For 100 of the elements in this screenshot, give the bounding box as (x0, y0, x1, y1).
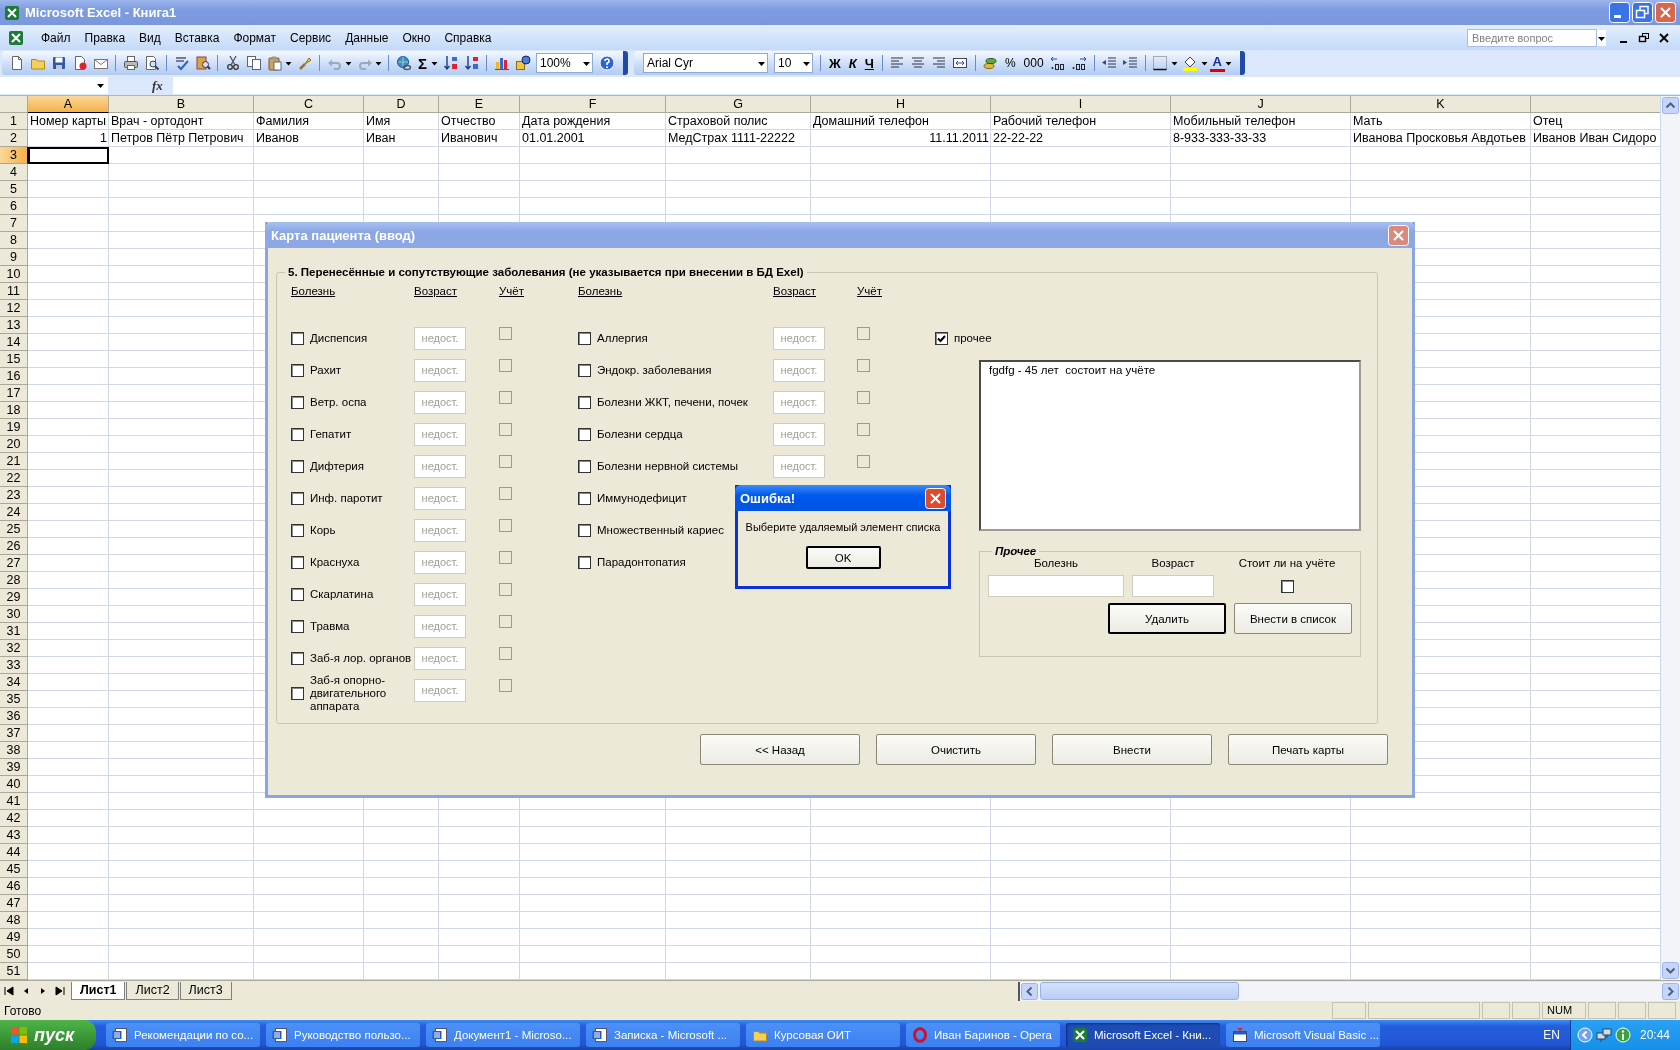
font-style-button[interactable]: Ч (860, 55, 878, 71)
print-preview-icon[interactable] (143, 55, 160, 71)
form-button[interactable]: Внести в список (1234, 603, 1352, 634)
menu-item[interactable]: Файл (34, 28, 78, 47)
row-header[interactable]: 27 (0, 555, 28, 572)
checkbox[interactable] (291, 427, 304, 441)
checkbox[interactable] (578, 555, 591, 569)
menu-item[interactable]: Вид (132, 28, 168, 47)
row-header[interactable]: 3 (0, 147, 28, 164)
restore-button[interactable] (1632, 2, 1653, 23)
row-header[interactable]: 40 (0, 776, 28, 793)
registered-checkbox[interactable] (857, 391, 870, 404)
column-header[interactable]: I (991, 96, 1171, 113)
close-icon[interactable] (1658, 31, 1670, 44)
row-header[interactable]: 31 (0, 623, 28, 640)
chevron-icon[interactable] (1576, 1027, 1593, 1043)
checkbox[interactable] (291, 363, 304, 377)
row-header[interactable]: 33 (0, 657, 28, 674)
row-header[interactable]: 13 (0, 317, 28, 334)
row-header[interactable]: 26 (0, 538, 28, 555)
menu-item[interactable]: Формат (226, 28, 284, 47)
font-combo[interactable]: Arial Cyr (643, 53, 768, 73)
book-search-icon[interactable] (194, 55, 211, 71)
column-header[interactable]: J (1171, 96, 1351, 113)
row-header[interactable]: 38 (0, 742, 28, 759)
restore-icon[interactable] (1638, 31, 1650, 44)
fill-bucket-icon[interactable] (1182, 55, 1199, 71)
autosum-button[interactable]: Σ (414, 54, 431, 72)
row-header[interactable]: 25 (0, 521, 28, 538)
disease-field[interactable] (988, 575, 1124, 597)
list-item[interactable]: fgdfg - 45 лет состоит на учёте (989, 364, 1156, 376)
registered-checkbox[interactable] (857, 327, 870, 340)
row-header[interactable]: 46 (0, 878, 28, 895)
row-header[interactable]: 22 (0, 470, 28, 487)
row-header[interactable]: 10 (0, 266, 28, 283)
registered-checkbox[interactable] (857, 423, 870, 436)
age-field[interactable] (1132, 575, 1214, 597)
row-header[interactable]: 51 (0, 963, 28, 980)
indent-icon[interactable] (1122, 55, 1139, 71)
merge-cells-icon[interactable] (952, 55, 969, 71)
row-header[interactable]: 24 (0, 504, 28, 521)
row-header[interactable]: 43 (0, 827, 28, 844)
checkbox[interactable] (935, 331, 948, 345)
column-header[interactable]: A (28, 96, 109, 113)
form-button[interactable]: << Назад (700, 734, 860, 765)
number-format-button[interactable]: 000 (1019, 56, 1048, 70)
help-search-field[interactable]: Введите вопрос (1467, 28, 1597, 47)
font-size-combo[interactable]: 10 (774, 53, 813, 73)
scroll-left-button[interactable] (1021, 982, 1038, 1000)
row-header[interactable]: 12 (0, 300, 28, 317)
row-header[interactable]: 28 (0, 572, 28, 589)
close-button[interactable] (1655, 2, 1676, 23)
last-sheet-button[interactable] (53, 984, 67, 998)
column-header[interactable]: C (254, 96, 364, 113)
coins-icon[interactable] (982, 55, 999, 71)
help-icon[interactable] (598, 55, 615, 71)
row-header[interactable]: 45 (0, 861, 28, 878)
checkbox[interactable] (291, 651, 304, 665)
sheet-tab[interactable]: Лист3 (179, 982, 232, 1000)
column-header[interactable]: F (520, 96, 666, 113)
clipboard-icon[interactable] (266, 55, 283, 71)
start-button[interactable]: пуск (0, 1020, 96, 1050)
close-button[interactable] (925, 487, 946, 509)
row-header[interactable]: 41 (0, 793, 28, 810)
registered-checkbox[interactable] (499, 359, 512, 372)
row-header[interactable]: 18 (0, 402, 28, 419)
menu-item[interactable]: Правка (77, 28, 133, 47)
formula-field[interactable] (172, 77, 1680, 94)
spellcheck-icon[interactable] (173, 55, 190, 71)
row-header[interactable]: 30 (0, 606, 28, 623)
sheet-tab[interactable]: Лист1 (71, 982, 126, 1000)
row-header[interactable]: 5 (0, 181, 28, 198)
row-header[interactable]: 37 (0, 725, 28, 742)
number-format-button[interactable]: % (1000, 56, 1020, 70)
registered-checkbox[interactable] (499, 679, 512, 692)
insert-function-button[interactable]: fx (108, 77, 173, 94)
row-header[interactable]: 35 (0, 691, 28, 708)
close-button[interactable] (1388, 224, 1409, 246)
active-cell[interactable] (28, 147, 109, 164)
registered-checkbox[interactable] (499, 519, 512, 532)
checkbox[interactable] (578, 491, 591, 505)
outdent-icon[interactable] (1101, 55, 1118, 71)
checkbox[interactable] (578, 459, 591, 473)
font-color-button[interactable]: A (1209, 54, 1225, 72)
column-header[interactable]: E (439, 96, 520, 113)
first-sheet-button[interactable] (2, 984, 16, 998)
checkbox[interactable] (291, 395, 304, 409)
registered-checkbox[interactable] (499, 615, 512, 628)
registered-checkbox[interactable] (1280, 579, 1294, 593)
language-indicator[interactable]: EN (1543, 1028, 1560, 1042)
registered-checkbox[interactable] (499, 391, 512, 404)
row-header[interactable]: 2 (0, 130, 28, 147)
registered-checkbox[interactable] (499, 423, 512, 436)
sort-ascending-icon[interactable] (442, 55, 459, 71)
row-header[interactable]: 6 (0, 198, 28, 215)
form-button[interactable]: Внести (1052, 734, 1212, 765)
row-header[interactable]: 36 (0, 708, 28, 725)
row-header[interactable]: 15 (0, 351, 28, 368)
registered-checkbox[interactable] (499, 455, 512, 468)
registered-checkbox[interactable] (499, 551, 512, 564)
